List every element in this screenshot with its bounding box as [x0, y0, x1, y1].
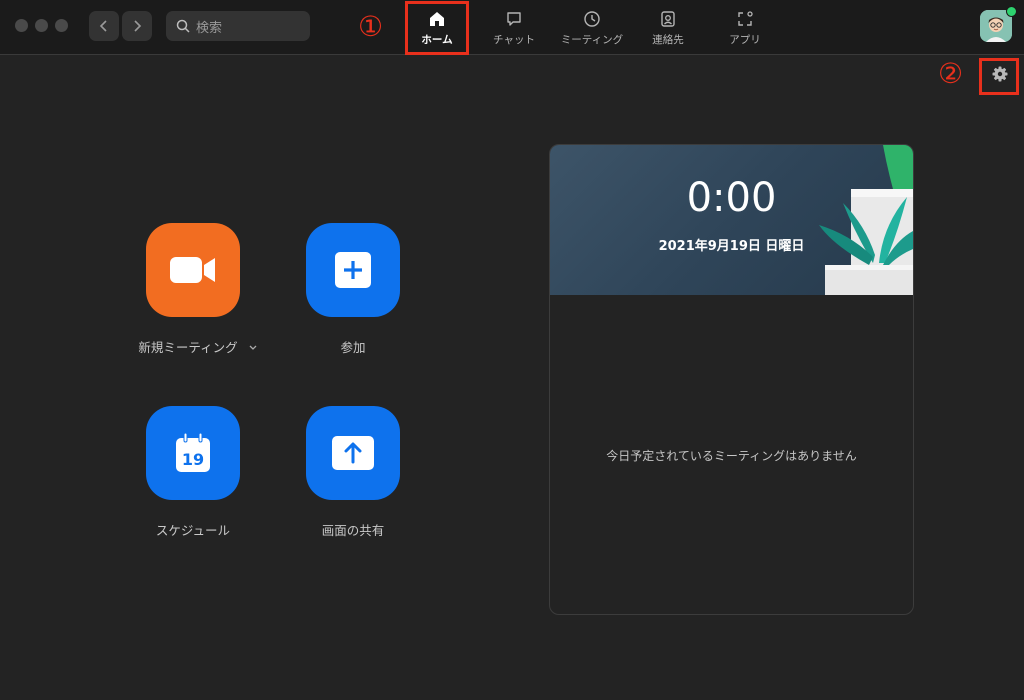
plus-icon	[335, 252, 371, 288]
share-screen-button[interactable]	[306, 406, 400, 500]
tab-chat-label: チャット	[493, 34, 535, 46]
tab-apps-label: アプリ	[729, 34, 761, 46]
clock-icon	[584, 11, 600, 27]
top-bar: 検索 ホーム チャット ミーティング 連絡先 アプリ	[0, 0, 1024, 55]
chevron-left-icon	[99, 20, 107, 32]
join-label: 参加	[340, 340, 366, 355]
tab-contacts[interactable]: 連絡先	[629, 6, 707, 50]
calendar-icon: 19	[176, 432, 210, 472]
no-meetings-message: 今日予定されているミーティングはありません	[606, 449, 857, 463]
window-close-button[interactable]	[15, 19, 28, 32]
tab-contacts-label: 連絡先	[652, 34, 684, 46]
new-meeting-label-row[interactable]: 新規ミーティング	[118, 337, 278, 356]
search-placeholder: 検索	[196, 20, 223, 36]
plant-illustration-icon	[819, 145, 913, 295]
annotation-number-one: ①	[358, 10, 384, 43]
contacts-icon	[661, 11, 675, 27]
apps-icon	[738, 11, 753, 26]
arrow-up-icon	[332, 436, 374, 470]
join-button[interactable]	[306, 223, 400, 317]
tab-meetings-label: ミーティング	[560, 34, 624, 46]
gear-icon	[992, 66, 1008, 82]
tab-chat[interactable]: チャット	[475, 6, 553, 50]
schedule-button[interactable]: 19	[146, 406, 240, 500]
calendar-day: 19	[182, 450, 204, 469]
tab-apps[interactable]: アプリ	[706, 6, 784, 50]
annotation-box-home	[405, 1, 469, 55]
chat-icon	[507, 12, 521, 26]
annotation-number-two: ②	[938, 57, 964, 90]
share-screen-label: 画面の共有	[321, 523, 385, 538]
chevron-down-icon[interactable]	[248, 344, 258, 352]
schedule-label: スケジュール	[155, 523, 231, 538]
new-meeting-label: 新規ミーティング	[138, 340, 238, 355]
card-header: 0:00 2021年9月19日 日曜日	[550, 145, 913, 295]
video-camera-icon	[170, 257, 215, 283]
new-meeting-button[interactable]	[146, 223, 240, 317]
window-zoom-button[interactable]	[55, 19, 68, 32]
search-input[interactable]: 検索	[166, 11, 310, 41]
window-minimize-button[interactable]	[35, 19, 48, 32]
back-button[interactable]	[89, 11, 119, 41]
forward-button[interactable]	[122, 11, 152, 41]
settings-button[interactable]	[990, 64, 1010, 88]
upcoming-meetings-card: 0:00 2021年9月19日 日曜日 今日予定されているミーティングはありませ…	[549, 144, 914, 615]
tab-meetings[interactable]: ミーティング	[553, 6, 631, 50]
chevron-right-icon	[134, 20, 142, 32]
search-icon	[176, 19, 190, 33]
online-status-indicator	[1006, 6, 1017, 17]
